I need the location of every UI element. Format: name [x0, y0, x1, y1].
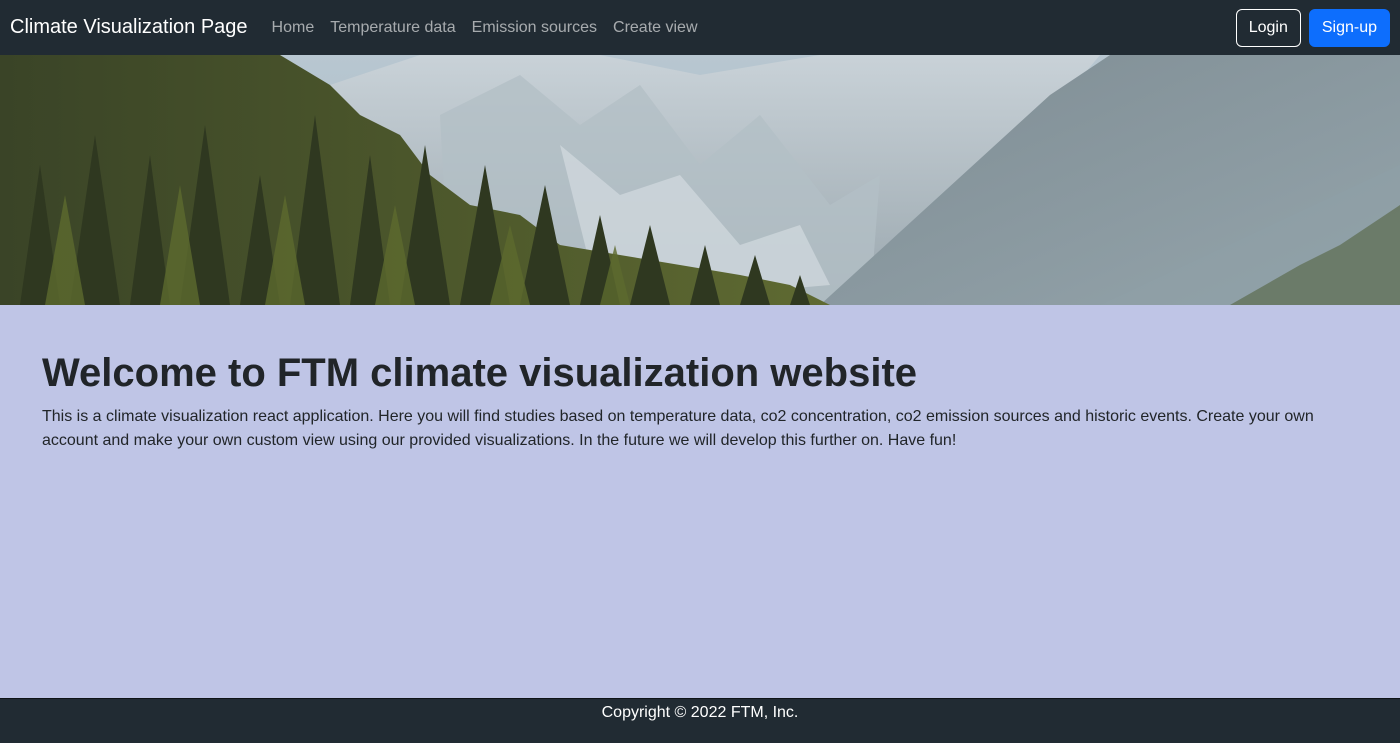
nav-link-temperature-data[interactable]: Temperature data [322, 19, 463, 37]
nav-links: Home Temperature data Emission sources C… [264, 19, 706, 37]
brand-title[interactable]: Climate Visualization Page [10, 16, 248, 39]
signup-button[interactable]: Sign-up [1308, 8, 1390, 47]
auth-buttons: Login Sign-up [1235, 8, 1390, 47]
login-button[interactable]: Login [1235, 8, 1301, 47]
nav-link-home[interactable]: Home [264, 19, 323, 37]
hero-banner-image [0, 55, 1400, 305]
page-footer: Copyright © 2022 FTM, Inc. [0, 698, 1400, 743]
page-title: Welcome to FTM climate visualization web… [42, 351, 918, 395]
copyright-text: Copyright © 2022 FTM, Inc. [601, 704, 799, 721]
intro-description: This is a climate visualization react ap… [42, 408, 1314, 449]
mountain-forest-landscape-image [0, 55, 1400, 305]
top-navbar: Climate Visualization Page Home Temperat… [0, 0, 1400, 55]
nav-link-emission-sources[interactable]: Emission sources [464, 19, 605, 37]
main-content: Welcome to FTM climate visualization web… [0, 305, 1400, 698]
nav-link-create-view[interactable]: Create view [605, 19, 705, 37]
